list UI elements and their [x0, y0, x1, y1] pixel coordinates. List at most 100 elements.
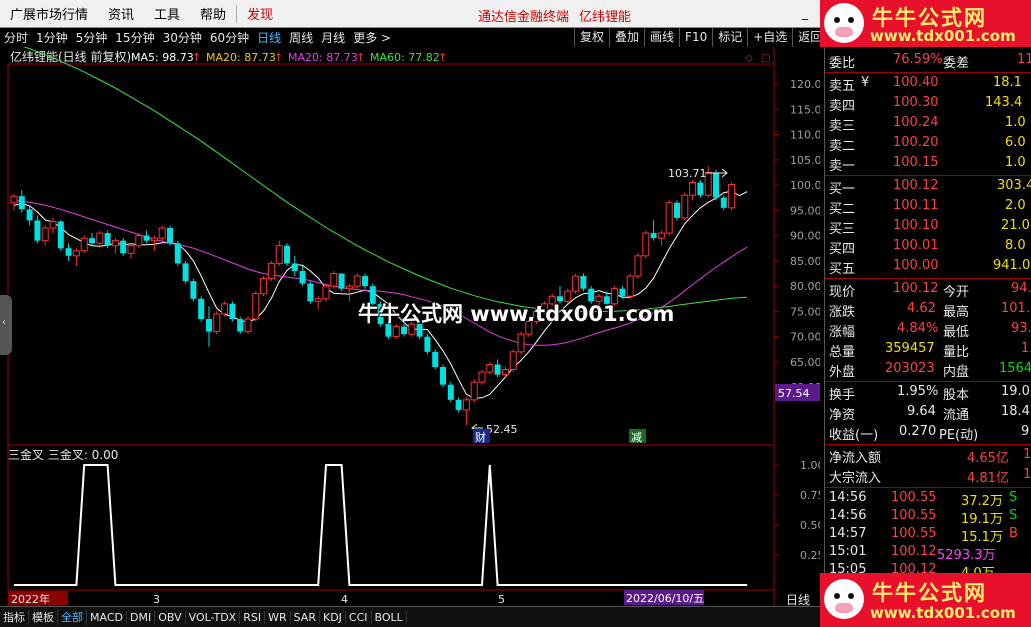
stat-value: 203023 — [885, 361, 935, 376]
menu-tools[interactable]: 工具 — [144, 4, 190, 23]
ad-title: 牛牛公式网 — [872, 581, 987, 605]
buy1-row[interactable]: 买一 100.12 303.4 — [825, 177, 1031, 197]
buy5-row[interactable]: 买五 100.00 941.0 — [825, 257, 1031, 277]
draw-line-button[interactable]: 画线 — [644, 28, 679, 47]
fund-label: 净资 — [829, 408, 856, 423]
overlay-button[interactable]: 叠加 — [609, 28, 644, 47]
day-label: 日线 — [786, 591, 820, 607]
menu-market[interactable]: 广展市场行情 — [0, 4, 98, 23]
x-label-mar: 3 — [153, 593, 160, 606]
period-1min[interactable]: 1分钟 — [32, 29, 72, 46]
fund-value: 0.270 — [899, 424, 937, 439]
cow-logo-icon — [824, 579, 864, 619]
period-more[interactable]: 更多 > — [349, 29, 395, 46]
buy3-row[interactable]: 买三 100.10 21.0 — [825, 217, 1031, 237]
candle-body-down — [167, 228, 173, 244]
diamond-icon[interactable]: ◇ — [745, 53, 753, 64]
candle-body-down — [229, 303, 236, 319]
sell3-row[interactable]: 卖三 100.24 1.0 — [825, 114, 1031, 134]
candle-body-down — [650, 233, 657, 239]
candle-body-down — [206, 318, 212, 332]
tab-obv[interactable]: OBV — [155, 610, 186, 624]
candle-body-up — [314, 298, 322, 302]
period-monthly[interactable]: 月线 — [317, 29, 349, 46]
indicator-tick-label: 1.00 — [800, 459, 820, 472]
adjust-button[interactable]: 复权 — [574, 28, 609, 47]
tab-wr[interactable]: WR — [265, 610, 291, 624]
menu-discover[interactable]: 发现 — [237, 4, 283, 23]
candle-body-up — [681, 194, 689, 219]
stock-name-title: 亿纬锂能 — [579, 10, 632, 25]
menu-help[interactable]: 帮助 — [190, 4, 236, 23]
high-price-label: 103.71 — [668, 167, 707, 180]
tab-boll[interactable]: BOLL — [372, 610, 407, 624]
sell5-row[interactable]: 卖五 ¥ 100.40 18.1 — [825, 74, 1031, 94]
tab-rsi[interactable]: RSI — [240, 610, 266, 624]
ad-banner-top[interactable]: 牛牛公式网 www.tdx001.com — [820, 0, 1031, 47]
price-tick-label: 70.00 — [790, 331, 820, 344]
candle-body-up — [72, 250, 80, 257]
square-icon[interactable]: □ — [761, 53, 770, 64]
candle-body-up — [41, 227, 49, 242]
tab-cci[interactable]: CCI — [346, 610, 372, 624]
f10-button[interactable]: F10 — [679, 28, 712, 47]
tab-dmi[interactable]: DMI — [127, 610, 156, 624]
candle-body-up — [260, 278, 268, 295]
ma20b-legend: MA20: 87.73 — [288, 51, 358, 64]
candle-body-up — [462, 399, 470, 411]
ma-lines — [13, 43, 748, 399]
tab-template[interactable]: 模板 — [29, 609, 58, 625]
price-tick-label: 80.00 — [790, 280, 820, 293]
period-intraday[interactable]: 分时 — [0, 29, 32, 46]
sell1-vol: 1.0 — [1005, 155, 1026, 170]
tab-kdj[interactable]: KDJ — [320, 610, 346, 624]
sell5-label: 卖五 — [829, 79, 856, 94]
buy2-vol: 2.0 — [1005, 198, 1026, 213]
candles — [10, 166, 736, 426]
tab-indicator[interactable]: 指标 — [0, 609, 29, 625]
menu-news[interactable]: 资讯 — [98, 4, 144, 23]
mark-button[interactable]: 标记 — [712, 28, 747, 47]
period-60min[interactable]: 60分钟 — [206, 29, 253, 46]
x-label-apr: 4 — [341, 593, 348, 606]
sell4-row[interactable]: 卖四 100.30 143.4 — [825, 94, 1031, 114]
tick-price: 100.55 — [891, 526, 937, 541]
side-collapse-handle[interactable]: ‹ — [0, 295, 12, 355]
candle-body-up — [111, 240, 119, 247]
candle-body-down — [580, 276, 587, 289]
finance-marker-text: 财 — [475, 430, 486, 444]
period-30min[interactable]: 30分钟 — [159, 29, 206, 46]
tab-sar[interactable]: SAR — [291, 610, 320, 624]
minimize-button[interactable]: _ — [802, 6, 808, 20]
sell2-row[interactable]: 卖二 100.20 6.0 — [825, 134, 1031, 154]
price-tick-label: 105.0 — [790, 154, 820, 167]
tab-all[interactable]: 全部 — [58, 609, 87, 625]
period-daily[interactable]: 日线 — [253, 29, 285, 46]
period-5min[interactable]: 5分钟 — [72, 29, 112, 46]
candle-body-up — [135, 235, 143, 247]
sell1-row[interactable]: 卖一 100.15 1.0 — [825, 154, 1031, 174]
tab-vol-tdx[interactable]: VOL-TDX — [186, 610, 241, 624]
period-15min[interactable]: 15分钟 — [111, 29, 158, 46]
period-weekly[interactable]: 周线 — [285, 29, 317, 46]
sell4-label: 卖四 — [829, 99, 856, 114]
candle-body-up — [96, 232, 104, 244]
buy4-row[interactable]: 买四 100.01 8.0 — [825, 237, 1031, 257]
weibi-label: 委比 — [829, 56, 856, 71]
tab-macd[interactable]: MACD — [87, 610, 127, 624]
cow-eye — [834, 593, 840, 599]
fund-label: 股本 — [943, 388, 970, 403]
candle-body-up — [150, 237, 158, 242]
add-watchlist-button[interactable]: +自选 — [747, 28, 792, 47]
tick-volume: 4.0万 — [961, 562, 995, 573]
indicator-tick-label: 0.75 — [800, 489, 820, 502]
candle-body-up — [353, 275, 361, 287]
divider — [825, 444, 1031, 445]
buy3-label: 买三 — [829, 222, 856, 237]
candle-body-down — [57, 221, 64, 249]
ad-banner-bottom[interactable]: 牛牛公式网 www.tdx001.com — [820, 573, 1031, 627]
candle-body-down — [174, 243, 181, 264]
candle-body-up — [330, 273, 338, 287]
buy2-row[interactable]: 买二 100.11 2.0 — [825, 197, 1031, 217]
weicha-label: 委差 — [943, 56, 970, 71]
